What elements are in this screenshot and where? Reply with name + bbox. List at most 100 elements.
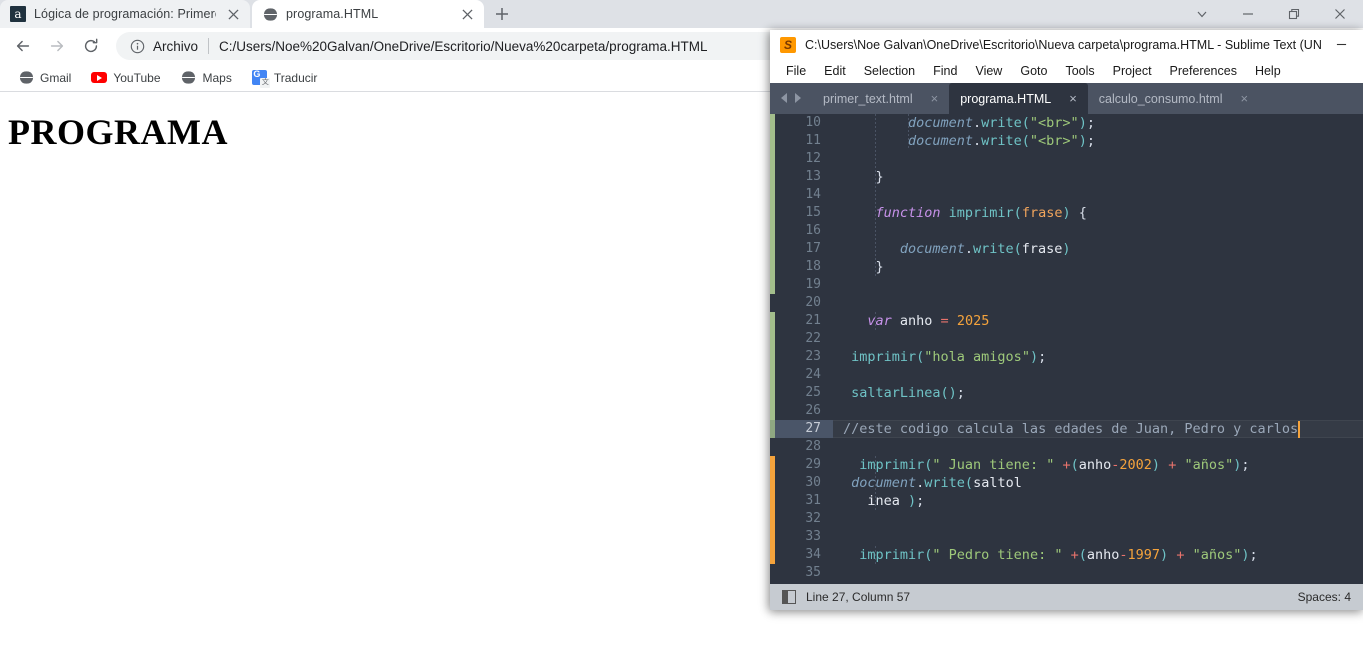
chevron-right-icon[interactable] [793, 90, 802, 108]
code-token: "años" [1184, 457, 1234, 473]
code-token: ; [1086, 133, 1095, 149]
chevron-left-icon[interactable] [780, 90, 789, 108]
code-line[interactable]: imprimir(" Pedro tiene: " +(anho-1997) +… [859, 546, 1257, 564]
minimize-icon[interactable] [1225, 0, 1271, 28]
address-separator [208, 38, 210, 54]
line-number: 23 [805, 349, 821, 364]
sublime-tab-primer-text[interactable]: primer_text.html × [812, 83, 949, 114]
line-number: 18 [805, 259, 821, 274]
code-line[interactable]: document.write("<br>"); [908, 114, 1095, 132]
code-token: ; [1241, 457, 1250, 473]
menu-view[interactable]: View [967, 62, 1010, 80]
browser-tab-1[interactable]: programa.HTML [252, 0, 484, 28]
close-icon[interactable] [224, 5, 242, 23]
minimize-icon[interactable] [1321, 30, 1363, 59]
info-circle-icon[interactable] [130, 39, 145, 54]
menu-file[interactable]: File [778, 62, 814, 80]
close-icon[interactable] [458, 5, 476, 23]
code-line[interactable]: imprimir("hola amigos"); [851, 348, 1046, 366]
code-token: ( [1078, 547, 1087, 563]
address-url-text: C:/Users/Noe%20Galvan/OneDrive/Escritori… [219, 38, 708, 54]
code-token: imprimir [859, 547, 925, 563]
indent-guide [875, 114, 877, 276]
line-number: 19 [805, 277, 821, 292]
line-number: 20 [805, 295, 821, 310]
bookmark-gmail[interactable]: Gmail [10, 67, 79, 89]
sublime-tab-calculo-consumo[interactable]: calculo_consumo.html × [1088, 83, 1259, 114]
line-number: 29 [805, 457, 821, 472]
code-token: write [973, 241, 1014, 257]
menu-selection[interactable]: Selection [856, 62, 923, 80]
line-number: 22 [805, 331, 821, 346]
sublime-title-bar: C:\Users\Noe Galvan\OneDrive\Escritorio\… [770, 30, 1363, 59]
code-token: ; [956, 385, 965, 401]
sublime-editor-area[interactable]: 10 11 12 13 14 15 16 17 18 19 20 21 22 23 24 25 26 27 28 29… [770, 114, 1363, 584]
tab-nav-arrows[interactable] [770, 83, 812, 114]
code-line[interactable]: var anho = 2025 [867, 312, 989, 330]
line-number: 31 [805, 493, 821, 508]
code-token: ) [1078, 115, 1087, 131]
menu-preferences[interactable]: Preferences [1162, 62, 1245, 80]
code-line[interactable]: } [875, 168, 883, 186]
code-token: write [981, 115, 1022, 131]
code-token: saltarLinea [851, 385, 941, 401]
line-number: 21 [805, 313, 821, 328]
code-token: saltol [973, 475, 1022, 491]
code-line[interactable]: document.write(saltol [851, 474, 1022, 492]
code-token: function [875, 205, 941, 221]
restore-icon[interactable] [1271, 0, 1317, 28]
menu-find[interactable]: Find [925, 62, 965, 80]
menu-help[interactable]: Help [1247, 62, 1289, 80]
line-number: 14 [805, 187, 821, 202]
menu-project[interactable]: Project [1105, 62, 1160, 80]
close-icon[interactable] [1317, 0, 1363, 28]
code-token: ) [1151, 457, 1161, 473]
code-line[interactable]: document.write("<br>"); [908, 132, 1095, 150]
sublime-tab-programa[interactable]: programa.HTML × [949, 83, 1088, 114]
bookmark-gmail-label: Gmail [40, 70, 72, 85]
code-line[interactable]: } [875, 258, 883, 276]
browser-window-controls [1179, 0, 1363, 28]
code-token: - [1119, 547, 1128, 563]
code-token: imprimir [859, 457, 925, 473]
sidebar-toggle-icon[interactable] [782, 590, 796, 604]
back-arrow-icon[interactable] [8, 31, 38, 61]
code-token: + [1070, 547, 1079, 563]
code-token: " Juan tiene: " [932, 457, 1055, 473]
browser-tab-0[interactable]: a Lógica de programación: Primero [0, 0, 250, 28]
indent-guide [875, 456, 877, 510]
close-icon[interactable]: × [1240, 92, 1248, 105]
code-token: . [972, 115, 982, 131]
code-line[interactable]: //este codigo calcula las edades de Juan… [843, 420, 1298, 438]
sublime-tab-1-label: programa.HTML [960, 91, 1052, 106]
line-number: 25 [805, 385, 821, 400]
chevron-down-icon[interactable] [1179, 0, 1225, 28]
code-line[interactable]: function imprimir(frase) { [875, 204, 1086, 222]
code-line[interactable]: imprimir(" Juan tiene: " +(anho-2002) + … [859, 456, 1249, 474]
code-content[interactable]: document.write("<br>"); document.write("<… [833, 114, 1363, 584]
new-tab-button[interactable] [488, 0, 516, 28]
menu-edit[interactable]: Edit [816, 62, 854, 80]
menu-goto[interactable]: Goto [1012, 62, 1055, 80]
bookmark-youtube[interactable]: YouTube [83, 67, 168, 89]
code-line[interactable]: document.write(frase) [900, 240, 1071, 258]
close-icon[interactable]: × [931, 92, 939, 105]
code-line[interactable]: saltarLinea(); [851, 384, 965, 402]
menu-tools[interactable]: Tools [1057, 62, 1102, 80]
bookmark-traducir[interactable]: Traducir [244, 67, 326, 89]
sublime-logo-icon [780, 36, 796, 53]
screen: a Lógica de programación: Primero progra… [0, 0, 1363, 669]
code-token: } [875, 259, 884, 275]
indent-guide [875, 546, 877, 564]
forward-arrow-icon[interactable] [42, 31, 72, 61]
bookmark-maps[interactable]: Maps [173, 67, 240, 89]
code-token: var [867, 313, 892, 329]
close-icon[interactable]: × [1069, 92, 1077, 105]
reload-icon[interactable] [76, 31, 106, 61]
code-token: imprimir [851, 349, 917, 365]
code-token: "<br>" [1029, 115, 1079, 131]
code-token: ( [1021, 115, 1030, 131]
indentation-label[interactable]: Spaces: 4 [1298, 590, 1351, 604]
